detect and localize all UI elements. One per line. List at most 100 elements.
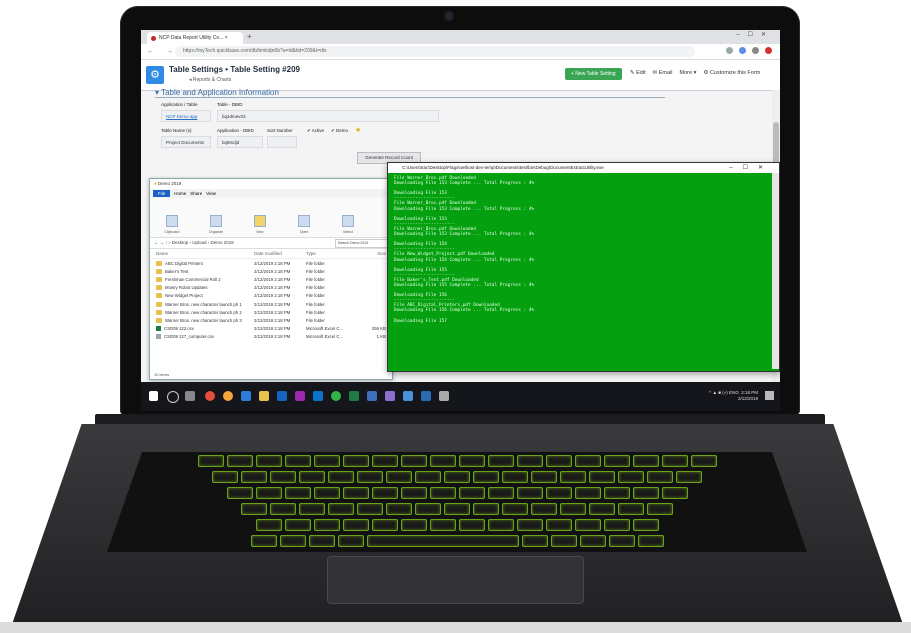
word-icon[interactable] [421, 391, 431, 401]
console-output: File Warner_Bros.pdf Downloaded Downloadi… [388, 173, 779, 327]
email-button[interactable]: ✉ Email [653, 70, 673, 76]
excel-icon[interactable] [349, 391, 359, 401]
keyboard-key [313, 455, 340, 467]
column-date[interactable]: Date modified [254, 251, 306, 256]
ribbon-tab-view[interactable]: View [206, 191, 216, 196]
ribbon-group-select[interactable]: Select [330, 201, 366, 234]
keyboard-key [308, 535, 335, 547]
keyboard-key [197, 455, 224, 467]
file-row[interactable]: Baker's Tent 2/12/2019 2:18 PM File folder [150, 267, 392, 275]
more-button[interactable]: More ▾ [680, 70, 697, 76]
task-view-icon[interactable] [185, 391, 195, 401]
console-window-controls[interactable]: –☐✕ [729, 163, 773, 173]
keyboard-key [212, 471, 238, 483]
ribbon-group-clipboard[interactable]: Clipboard [154, 201, 190, 234]
ribbon-tab-home[interactable]: Home [174, 191, 186, 196]
star-icon[interactable] [726, 47, 733, 54]
app-table-field[interactable]: NCP Demo app [161, 110, 211, 122]
notification-icon[interactable] [765, 391, 774, 400]
console-title-bar[interactable]: C:\Users\trac\Desktop\Flagx\nethost-dev-… [388, 163, 779, 173]
page-scroll-thumb[interactable] [773, 122, 779, 167]
edit-button[interactable]: ✎ Edit [630, 70, 646, 76]
webcam [445, 12, 453, 20]
browser-tab-bar: NCP Data Report Utility Co... × + –☐✕ [141, 30, 780, 44]
extension-icon[interactable] [739, 47, 746, 54]
console-scrollbar[interactable] [772, 173, 779, 369]
spotify-icon[interactable] [331, 391, 341, 401]
column-size[interactable]: Size [356, 251, 386, 256]
search-icon[interactable] [167, 391, 179, 403]
file-row[interactable]: New Widget Project 2/12/2019 2:18 PM File … [150, 292, 392, 300]
explorer-title-bar[interactable]: ■ Demo 2019 [150, 179, 392, 189]
new-tab-button[interactable]: + [247, 32, 252, 41]
keyboard-key [487, 455, 514, 467]
folder-icon [156, 268, 162, 274]
ribbon-tab-share[interactable]: Share [190, 191, 202, 196]
profile-icon[interactable] [765, 47, 772, 54]
file-row[interactable]: Warner Bros. new character launch ph 3 2/… [150, 316, 392, 324]
edge-icon[interactable] [241, 391, 251, 401]
new-table-setting-button[interactable]: + New Table Setting [565, 68, 622, 80]
keyboard-key [676, 471, 702, 483]
explorer-address-bar[interactable]: ← → ↑ › Desktop › Upload › Demo 2019 Sea… [150, 238, 392, 249]
column-type[interactable]: Type [306, 251, 356, 256]
chrome-icon[interactable] [205, 391, 215, 401]
keyboard-key [400, 519, 427, 531]
file-row[interactable]: ABC Digital Printers 2/12/2019 2:18 PM Fil… [150, 259, 392, 267]
file-row[interactable]: Freshman Commercial Roll 2 2/12/2019 2:18… [150, 275, 392, 283]
sort-number-field[interactable] [267, 136, 297, 148]
customize-form-button[interactable]: ⚙ Customize this Form [703, 70, 760, 76]
cast-icon[interactable] [752, 47, 759, 54]
window-controls[interactable]: –☐✕ [736, 31, 774, 38]
active-checkbox[interactable]: ✔ Active [307, 128, 324, 134]
teams-icon[interactable] [313, 391, 323, 401]
app-icon[interactable] [403, 391, 413, 401]
keyboard-key [279, 535, 306, 547]
page-title: Table Settings • Table Setting #209 [169, 65, 300, 74]
section-divider [155, 97, 665, 98]
file-row[interactable]: CSD09 127_computer.csv 2/12/2019 2:18 PM M… [150, 333, 392, 341]
ribbon-group-organize[interactable]: Organize [198, 201, 234, 234]
system-tray[interactable]: ^ ▲ ■ (») ENG 2:18 PM 2/12/2019 [709, 390, 758, 402]
folder-icon [156, 293, 162, 299]
table-dbid-field[interactable]: bq2dmev23 [217, 110, 439, 122]
keyboard-key [313, 487, 340, 499]
onenote-icon[interactable] [295, 391, 305, 401]
file-name-cell: Mowry Robot Updates [150, 285, 254, 291]
spreadsheet-icon [156, 326, 161, 332]
file-name-cell: Baker's Tent [150, 268, 254, 274]
keyboard-key [521, 535, 548, 547]
keyboard-key [632, 519, 659, 531]
file-type: File folder [306, 285, 325, 291]
file-row[interactable]: CSD09 122.csv 2/12/2019 2:18 PM Microsoft … [150, 325, 392, 333]
table-name-field[interactable]: Project Documents [161, 136, 211, 148]
file-size: 256 KB [371, 326, 386, 332]
url-field[interactable]: https://myTech.quickbase.com/db/bmkdjn6b… [175, 46, 695, 57]
file-row[interactable]: Warner Bros. new character launch ph 1 2/… [150, 300, 392, 308]
keyboard-key [241, 471, 267, 483]
file-explorer-icon[interactable] [259, 391, 269, 401]
app-dbid-field[interactable]: bq9mdjd [217, 136, 263, 148]
keyboard-key [386, 503, 412, 515]
keyboard-key [458, 455, 485, 467]
star-icon[interactable]: ★ [355, 126, 361, 134]
column-name[interactable]: Name [150, 251, 254, 256]
demo-checkbox[interactable]: ✔ Demo [331, 128, 348, 134]
ribbon-tab-file[interactable]: File [153, 190, 171, 197]
browser-tab[interactable]: NCP Data Report Utility Co... × [147, 32, 243, 44]
start-icon[interactable] [149, 391, 158, 401]
outlook-icon[interactable] [277, 391, 287, 401]
visual-studio-icon[interactable] [385, 391, 395, 401]
word-icon[interactable] [367, 391, 377, 401]
explorer-search-input[interactable]: Search Demo 2019 [335, 239, 389, 248]
file-row[interactable]: Mowry Robot Updates 2/12/2019 2:18 PM File… [150, 284, 392, 292]
section-title[interactable]: ▾ Table and Application Information [155, 88, 279, 97]
gear-icon[interactable]: ⚙ [146, 66, 164, 84]
firefox-icon[interactable] [223, 391, 233, 401]
file-row[interactable]: Warner Bros. new character launch ph 2 2/… [150, 308, 392, 316]
ribbon-group-open[interactable]: Open [286, 201, 322, 234]
breadcrumb[interactable]: ◂ Reports & Charts [189, 77, 231, 83]
ribbon-group-new[interactable]: New [242, 201, 278, 234]
keyboard-key [429, 487, 456, 499]
console-taskbar-icon[interactable] [439, 391, 449, 401]
